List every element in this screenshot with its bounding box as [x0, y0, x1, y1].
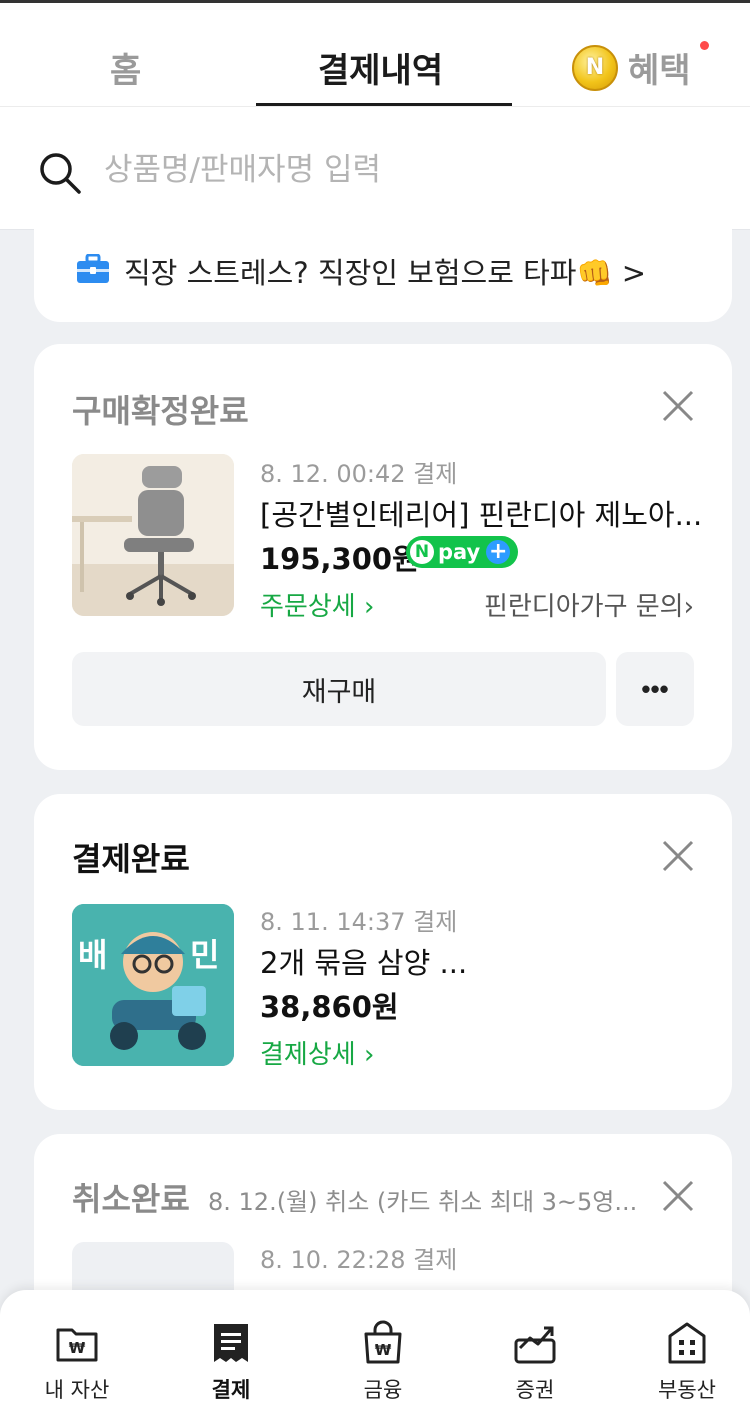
nav-finance[interactable]: ₩ 금융 [318, 1320, 448, 1404]
payment-detail-link[interactable]: 결제상세 › [260, 1034, 374, 1071]
order-detail-link[interactable]: 주문상세 › [260, 586, 374, 623]
building-icon [668, 1322, 706, 1364]
seller-inquiry-label: 핀란디아가구 문의 [483, 592, 684, 622]
seller-inquiry-link[interactable]: 핀란디아가구 문의› [484, 586, 694, 623]
chevron-right-icon: › [363, 1040, 375, 1070]
npay-plus-badge: N pay + [406, 536, 518, 568]
order-card: 구매확정완료 8. 12. 00:42 결제 [공간별인테리어] 핀란디아 제노… [34, 344, 732, 770]
nav-label: 내 자산 [44, 1378, 110, 1402]
nav-securities[interactable]: 증권 [470, 1320, 600, 1404]
more-options-button[interactable]: ••• [616, 652, 694, 726]
tab-benefits-label: 혜택 [628, 51, 691, 91]
payment-date: 8. 10. 22:28 결제 [260, 1246, 458, 1274]
product-name[interactable]: [공간별인테리어] 핀란디아 제노아... [260, 492, 702, 534]
chevron-right-icon: › [683, 592, 694, 622]
close-icon[interactable] [656, 384, 700, 428]
tab-home[interactable]: 홈 [110, 43, 141, 92]
delivery-rider-image [72, 904, 234, 1066]
product-thumbnail[interactable]: 배 민 [72, 904, 234, 1066]
nav-label: 부동산 [658, 1378, 716, 1402]
wallet-icon: ₩ [56, 1328, 98, 1362]
npay-text: pay [438, 540, 481, 564]
briefcase-icon [77, 254, 109, 283]
tab-benefits[interactable]: N 혜택 [572, 41, 709, 92]
nav-label: 결제 [211, 1378, 251, 1402]
ad-banner[interactable]: 직장 스트레스? 직장인 보험으로 타파👊 > [34, 210, 732, 322]
order-status: 결제완료 [72, 840, 190, 878]
product-price: 38,860원 [260, 990, 399, 1024]
nav-real-estate[interactable]: 부동산 [622, 1320, 750, 1404]
tab-payments[interactable]: 결제내역 [318, 43, 443, 92]
thumb-text-right: 민 [190, 936, 220, 974]
bottom-navigation: ₩ 내 자산 결제 ₩ 금융 증권 부동산 [0, 1290, 750, 1422]
order-card: 결제완료 배 민 8. 11. 14:37 결제 2개 묶음 삼양 ... 38… [34, 794, 732, 1110]
product-name[interactable]: 2개 묶음 삼양 ... [260, 940, 467, 982]
chart-icon [514, 1326, 556, 1364]
nav-payments[interactable]: 결제 [166, 1320, 296, 1404]
search-icon[interactable] [38, 151, 82, 195]
payment-date: 8. 11. 14:37 결제 [260, 908, 458, 936]
npay-n-icon: N [410, 540, 434, 564]
rebuy-button[interactable]: 재구매 [72, 652, 606, 726]
n-coin-icon: N [572, 44, 618, 91]
notification-dot [700, 41, 709, 50]
order-detail-label: 주문상세 [260, 592, 356, 622]
order-status: 취소완료 [72, 1180, 190, 1218]
search-input[interactable] [104, 147, 704, 193]
close-icon[interactable] [656, 1174, 700, 1218]
close-icon[interactable] [656, 834, 700, 878]
order-status: 구매확정완료 [72, 392, 249, 430]
bag-icon: ₩ [364, 1320, 402, 1364]
nav-my-assets[interactable]: ₩ 내 자산 [12, 1320, 142, 1404]
chevron-right-icon: › [363, 592, 375, 622]
product-thumbnail[interactable] [72, 454, 234, 616]
payment-detail-label: 결제상세 [260, 1040, 356, 1070]
payment-date: 8. 12. 00:42 결제 [260, 460, 458, 488]
cancel-info: 8. 12.(월) 취소 (카드 취소 최대 3~5영... [208, 1188, 638, 1216]
svg-text:₩: ₩ [69, 1339, 86, 1357]
plus-icon: + [486, 540, 511, 564]
thumb-text-left: 배 [78, 936, 108, 974]
receipt-icon [214, 1324, 248, 1362]
office-chair-image [72, 454, 234, 616]
top-tab-bar: 홈 결제내역 N 혜택 [0, 0, 750, 108]
nav-label: 금융 [363, 1378, 403, 1402]
svg-text:₩: ₩ [375, 1341, 392, 1359]
ad-text: 직장 스트레스? 직장인 보험으로 타파👊 > [124, 256, 647, 290]
nav-label: 증권 [515, 1378, 555, 1402]
product-price: 195,300원 [260, 542, 419, 576]
